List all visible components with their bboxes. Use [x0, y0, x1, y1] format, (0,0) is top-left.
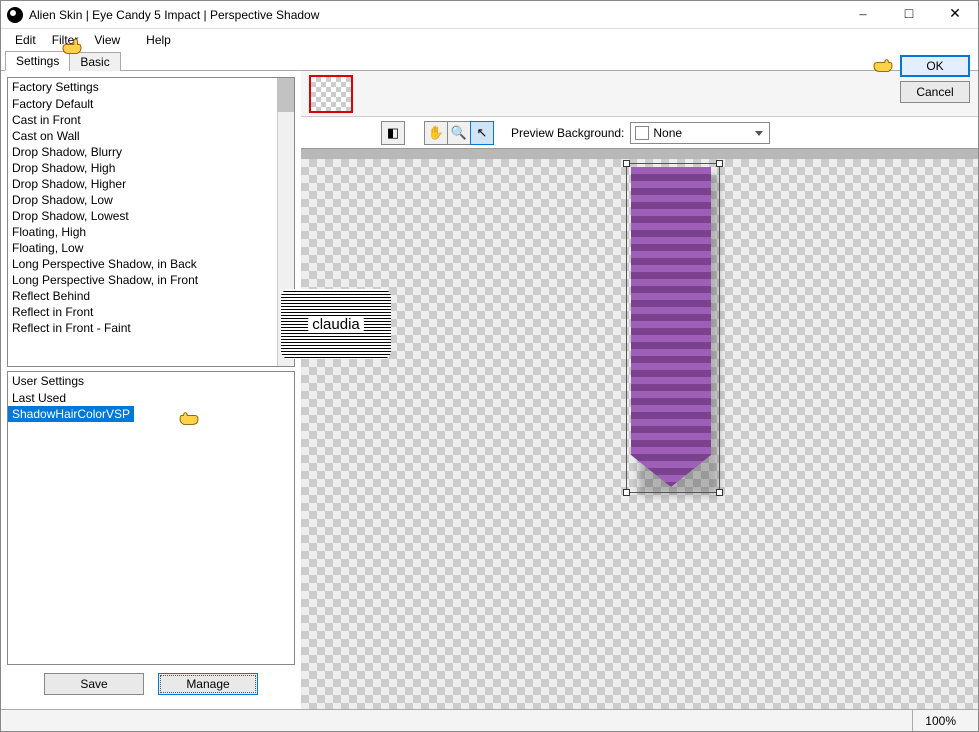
list-item[interactable]: Drop Shadow, High — [8, 160, 294, 176]
list-item[interactable]: Drop Shadow, Lowest — [8, 208, 294, 224]
close-button[interactable]: ✕ — [932, 1, 978, 28]
menu-view[interactable]: View — [86, 31, 128, 49]
swatch-icon — [635, 126, 649, 140]
left-panel: Factory Settings Factory Default Cast in… — [1, 71, 301, 709]
manage-button[interactable]: Manage — [158, 673, 258, 695]
preview-canvas[interactable] — [301, 159, 978, 709]
list-item[interactable]: Reflect Behind — [8, 288, 294, 304]
pointer-icon — [178, 410, 200, 428]
list-item-selected[interactable]: ShadowHairColorVSP — [8, 406, 134, 422]
marquee-tool-icon[interactable]: ◧ — [381, 121, 405, 145]
cancel-button[interactable]: Cancel — [900, 81, 970, 103]
right-panel: ◧ ✋ 🔍 ↖ Preview Background: None — [301, 71, 978, 709]
factory-settings-list[interactable]: Factory Settings Factory Default Cast in… — [7, 77, 295, 367]
status-bar: 100% — [1, 709, 978, 731]
minimize-button[interactable]: – — [840, 1, 886, 28]
list-item[interactable]: Drop Shadow, Blurry — [8, 144, 294, 160]
list-item[interactable]: Long Perspective Shadow, in Back — [8, 256, 294, 272]
resize-handle[interactable] — [623, 489, 630, 496]
watermark: claudia — [281, 289, 391, 359]
preview-bg-combo[interactable]: None — [630, 122, 770, 144]
menu-bar: Edit Filter View Help — [1, 29, 978, 51]
resize-handle[interactable] — [716, 160, 723, 167]
list-item[interactable]: Factory Default — [8, 96, 294, 112]
user-settings-list[interactable]: User Settings Last Used ShadowHairColorV… — [7, 371, 295, 665]
preview-thumbnail[interactable] — [309, 75, 353, 113]
pointer-tool-icon[interactable]: ↖ — [470, 121, 494, 145]
tab-row: Settings Basic — [1, 51, 978, 71]
list-item[interactable]: Drop Shadow, Low — [8, 192, 294, 208]
user-settings-header: User Settings — [8, 372, 294, 390]
list-item[interactable]: Cast on Wall — [8, 128, 294, 144]
list-item[interactable]: Floating, High — [8, 224, 294, 240]
list-item[interactable]: Floating, Low — [8, 240, 294, 256]
menu-help[interactable]: Help — [138, 31, 179, 49]
tab-settings[interactable]: Settings — [5, 51, 70, 71]
window-title: Alien Skin | Eye Candy 5 Impact | Perspe… — [29, 8, 840, 22]
list-item[interactable]: Drop Shadow, Higher — [8, 176, 294, 192]
ruler — [301, 149, 978, 159]
factory-settings-header: Factory Settings — [8, 78, 294, 96]
thumbnail-strip — [301, 71, 978, 117]
ok-button[interactable]: OK — [900, 55, 970, 77]
preview-bg-label: Preview Background: — [511, 126, 624, 140]
selection-rect[interactable] — [626, 163, 720, 493]
title-bar: Alien Skin | Eye Candy 5 Impact | Perspe… — [1, 1, 978, 29]
zoom-tool-icon[interactable]: 🔍 — [447, 121, 471, 145]
menu-filter[interactable]: Filter — [44, 31, 87, 49]
resize-handle[interactable] — [623, 160, 630, 167]
save-button[interactable]: Save — [44, 673, 144, 695]
tool-strip: ◧ ✋ 🔍 ↖ Preview Background: None — [301, 117, 978, 149]
list-item[interactable]: Cast in Front — [8, 112, 294, 128]
preview-bg-value: None — [653, 126, 682, 140]
list-item[interactable]: Reflect in Front - Faint — [8, 320, 294, 336]
app-icon — [7, 7, 23, 23]
list-item[interactable]: Last Used — [8, 390, 294, 406]
tab-basic[interactable]: Basic — [69, 52, 120, 71]
zoom-level: 100% — [912, 710, 968, 731]
hand-tool-icon[interactable]: ✋ — [424, 121, 448, 145]
list-item[interactable]: Long Perspective Shadow, in Front — [8, 272, 294, 288]
maximize-button[interactable]: □ — [886, 1, 932, 28]
resize-handle[interactable] — [716, 489, 723, 496]
menu-edit[interactable]: Edit — [7, 31, 44, 49]
list-item[interactable]: Reflect in Front — [8, 304, 294, 320]
